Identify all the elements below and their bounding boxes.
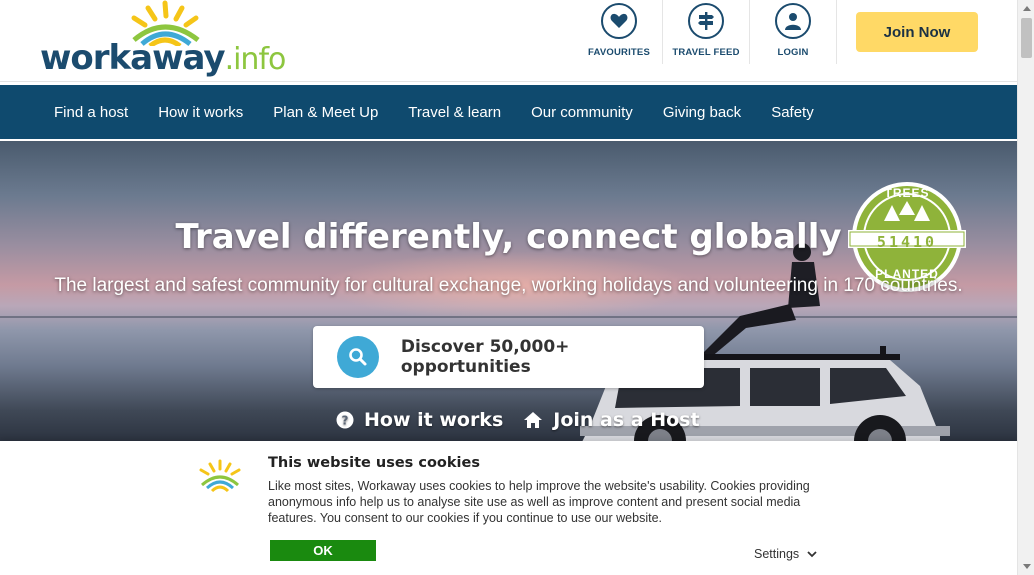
page-scrollbar[interactable] xyxy=(1017,0,1034,575)
hero-title: Travel differently, connect globally xyxy=(175,217,842,257)
hero-subtitle: The largest and safest community for cul… xyxy=(54,275,963,296)
workaway-logo[interactable]: workaway.info xyxy=(40,0,286,82)
signpost-icon xyxy=(688,3,724,39)
nav-our-community[interactable]: Our community xyxy=(516,104,648,121)
logo-suffix: .info xyxy=(224,42,287,77)
search-icon xyxy=(337,336,379,378)
cookie-title: This website uses cookies xyxy=(268,455,480,471)
cookie-banner: This website uses cookies Like most site… xyxy=(0,441,1017,575)
cookie-settings-toggle[interactable]: Settings xyxy=(754,547,817,561)
logo-wordmark: workaway.info xyxy=(40,38,287,78)
travel-feed-label: TRAVEL FEED xyxy=(672,47,740,58)
site-header: workaway.info FAVOURITES TRAVEL FEED LOG… xyxy=(0,0,1017,82)
nav-how-it-works[interactable]: How it works xyxy=(143,104,258,121)
nav-find-a-host[interactable]: Find a host xyxy=(39,104,143,121)
nav-safety[interactable]: Safety xyxy=(756,104,829,121)
cookie-ok-button[interactable]: OK xyxy=(270,540,376,561)
join-as-host-link[interactable]: Join as a Host xyxy=(523,409,700,431)
login-label: LOGIN xyxy=(777,47,809,58)
user-icon xyxy=(775,3,811,39)
svg-text:?: ? xyxy=(342,414,349,428)
scroll-up-arrow-icon[interactable] xyxy=(1018,0,1034,17)
settings-label: Settings xyxy=(754,547,800,561)
favourites-link[interactable]: FAVOURITES xyxy=(576,0,663,64)
discover-opportunities-button[interactable]: Discover 50,000+ opportunities xyxy=(313,326,704,388)
join-as-host-label: Join as a Host xyxy=(553,409,700,431)
favourites-label: FAVOURITES xyxy=(588,47,650,58)
home-icon xyxy=(523,411,543,429)
nav-plan-meet-up[interactable]: Plan & Meet Up xyxy=(258,104,393,121)
scroll-down-arrow-icon[interactable] xyxy=(1018,558,1034,575)
question-circle-icon: ? xyxy=(336,411,354,429)
chevron-down-icon xyxy=(807,550,817,558)
travel-feed-link[interactable]: TRAVEL FEED xyxy=(663,0,750,64)
logo-main: workaway xyxy=(40,38,226,78)
nav-giving-back[interactable]: Giving back xyxy=(648,104,756,121)
header-icon-links: FAVOURITES TRAVEL FEED LOGIN xyxy=(576,0,837,64)
hero-banner: TREES 51410 PLANTED Travel differently, … xyxy=(0,141,1017,441)
trees-badge-top-label: TREES xyxy=(884,186,930,200)
login-link[interactable]: LOGIN xyxy=(750,0,837,64)
main-nav: Find a host How it works Plan & Meet Up … xyxy=(0,85,1017,139)
join-now-button[interactable]: Join Now xyxy=(856,12,978,52)
discover-label: Discover 50,000+ opportunities xyxy=(400,337,570,377)
workaway-sun-icon xyxy=(199,459,241,493)
heart-icon xyxy=(601,3,637,39)
scroll-thumb[interactable] xyxy=(1021,18,1032,58)
cookie-text: Like most sites, Workaway uses cookies t… xyxy=(268,479,810,525)
hero-links: ? How it works Join as a Host xyxy=(336,409,720,431)
nav-travel-learn[interactable]: Travel & learn xyxy=(393,104,516,121)
how-it-works-label: How it works xyxy=(364,409,504,431)
how-it-works-link[interactable]: ? How it works xyxy=(336,409,503,431)
